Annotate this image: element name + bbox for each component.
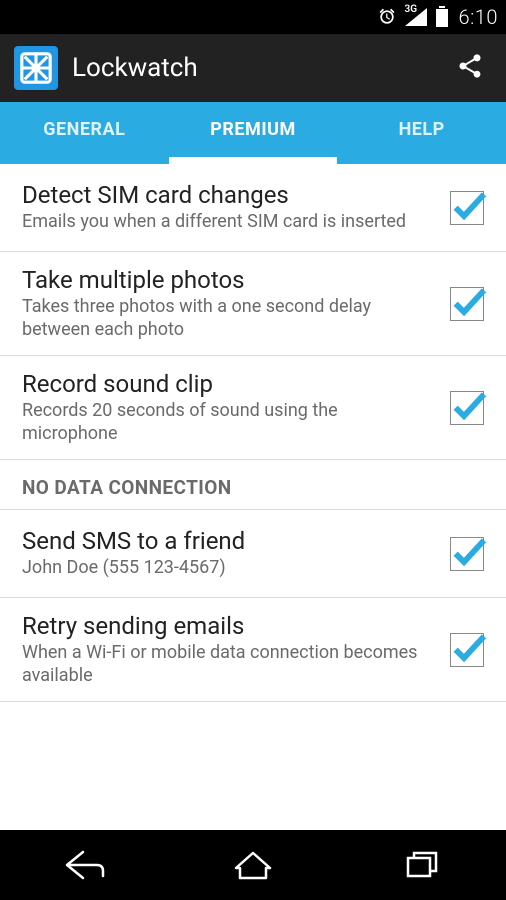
back-icon: [63, 848, 105, 882]
setting-title: Take multiple photos: [22, 266, 434, 294]
checkbox[interactable]: [450, 287, 484, 321]
home-button[interactable]: [203, 840, 303, 890]
check-icon: [449, 386, 489, 426]
setting-subtitle: John Doe (555 123-4567): [22, 557, 434, 580]
checkbox[interactable]: [450, 391, 484, 425]
action-bar: Lockwatch: [0, 34, 506, 102]
setting-send-sms[interactable]: Send SMS to a friend John Doe (555 123-4…: [0, 510, 506, 598]
check-icon: [449, 282, 489, 322]
setting-retry-emails[interactable]: Retry sending emails When a Wi-Fi or mob…: [0, 598, 506, 702]
recent-button[interactable]: [372, 840, 472, 890]
recent-icon: [402, 848, 442, 882]
tabs: GENERAL PREMIUM HELP: [0, 102, 506, 164]
setting-title: Record sound clip: [22, 370, 434, 398]
setting-subtitle: Takes three photos with a one second del…: [22, 296, 434, 341]
back-button[interactable]: [34, 840, 134, 890]
tab-label: GENERAL: [43, 119, 125, 140]
checkbox[interactable]: [450, 191, 484, 225]
tab-premium[interactable]: PREMIUM: [169, 102, 338, 164]
home-icon: [233, 848, 273, 882]
setting-title: Retry sending emails: [22, 612, 434, 640]
setting-title: Send SMS to a friend: [22, 527, 434, 555]
setting-title: Detect SIM card changes: [22, 181, 434, 209]
battery-icon: [435, 6, 449, 28]
tab-help[interactable]: HELP: [337, 102, 506, 164]
checkbox[interactable]: [450, 537, 484, 571]
alarm-icon: [377, 7, 397, 27]
check-icon: [449, 628, 489, 668]
setting-record-sound[interactable]: Record sound clip Records 20 seconds of …: [0, 356, 506, 460]
setting-subtitle: Emails you when a different SIM card is …: [22, 211, 434, 234]
setting-subtitle: Records 20 seconds of sound using the mi…: [22, 400, 434, 445]
checkbox[interactable]: [450, 633, 484, 667]
status-time: 6:10: [459, 5, 498, 29]
signal-icon: 3G: [403, 6, 429, 28]
section-header-label: NO DATA CONNECTION: [22, 476, 484, 499]
navigation-bar: [0, 830, 506, 900]
app-icon: [14, 46, 58, 90]
app-title: Lockwatch: [72, 53, 448, 83]
status-bar: 3G 6:10: [0, 0, 506, 34]
check-icon: [449, 532, 489, 572]
tab-label: HELP: [399, 119, 445, 140]
share-icon: [456, 52, 484, 80]
tab-general[interactable]: GENERAL: [0, 102, 169, 164]
section-header-no-data: NO DATA CONNECTION: [0, 460, 506, 510]
tab-label: PREMIUM: [210, 119, 295, 140]
setting-detect-sim[interactable]: Detect SIM card changes Emails you when …: [0, 164, 506, 252]
settings-list: Detect SIM card changes Emails you when …: [0, 164, 506, 830]
setting-multiple-photos[interactable]: Take multiple photos Takes three photos …: [0, 252, 506, 356]
setting-subtitle: When a Wi-Fi or mobile data connection b…: [22, 642, 434, 687]
check-icon: [449, 186, 489, 226]
share-button[interactable]: [448, 44, 492, 92]
